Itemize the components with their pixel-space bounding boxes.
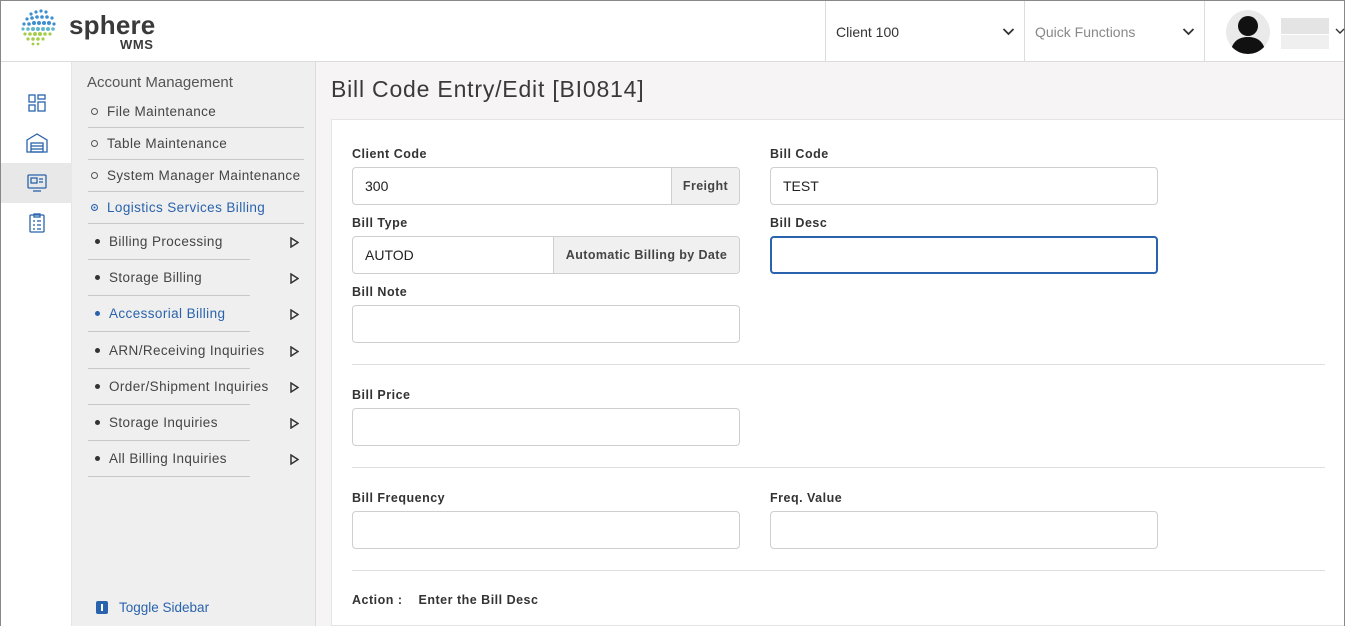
bullet-icon (95, 239, 100, 244)
sidebar-subitem-billing-processing[interactable]: Billing Processing (88, 224, 250, 260)
rail-checklist-button[interactable] (1, 203, 72, 243)
action-label: Action : (352, 593, 403, 607)
circle-bullet-icon (91, 108, 98, 115)
sidebar-title: Account Management (87, 74, 233, 91)
client-select-value: Client 100 (836, 23, 900, 40)
top-bar: sphere WMS Client 100 Quick Functions (1, 1, 1345, 62)
sidebar-subitem-all-billing-inquiries[interactable]: All Billing Inquiries (88, 441, 250, 477)
caret-right-icon[interactable] (290, 273, 299, 284)
caret-right-icon[interactable] (290, 346, 299, 357)
sidebar-subitem-arn-receiving-inquiries[interactable]: ARN/Receiving Inquiries (88, 333, 264, 369)
checklist-icon (28, 213, 45, 233)
circle-bullet-icon (91, 204, 98, 211)
rail-warehouse-button[interactable] (1, 123, 72, 163)
user-silhouette-icon (1226, 10, 1270, 54)
sidebar-item-file-maintenance[interactable]: File Maintenance (88, 96, 304, 128)
user-name-redacted (1281, 18, 1329, 34)
sidebar-subitem-storage-billing[interactable]: Storage Billing (88, 260, 250, 296)
bill-price-field[interactable] (352, 408, 740, 446)
dashboard-grid-icon (27, 94, 46, 112)
action-message: Action : Enter the Bill Desc (352, 593, 538, 607)
bullet-icon (95, 456, 100, 461)
sidebar-item-label: Logistics Services Billing (107, 200, 266, 215)
sidebar-item-label: Table Maintenance (107, 136, 228, 151)
toggle-sidebar-button[interactable]: Toggle Sidebar (96, 600, 209, 615)
caret-right-icon[interactable] (290, 418, 299, 429)
divider (352, 364, 1325, 365)
client-select[interactable]: Client 100 (825, 1, 1024, 62)
quick-functions-placeholder: Quick Functions (1035, 23, 1136, 40)
sidebar-subitem-label: Storage Inquiries (109, 415, 218, 430)
sidebar-menu: Account Management File Maintenance Tabl… (72, 62, 316, 626)
circle-bullet-icon (91, 172, 98, 179)
bill-frequency-label: Bill Frequency (352, 491, 446, 505)
freq-value-label: Freq. Value (770, 491, 843, 505)
bill-note-label: Bill Note (352, 285, 408, 299)
page-title: Bill Code Entry/Edit [BI0814] (331, 76, 645, 102)
sidebar-subitem-order-shipment-inquiries[interactable]: Order/Shipment Inquiries (88, 369, 268, 405)
caret-right-icon[interactable] (290, 382, 299, 393)
toggle-sidebar-label: Toggle Sidebar (119, 600, 210, 615)
sidebar-item-system-manager-maintenance[interactable]: System Manager Maintenance (88, 160, 304, 192)
client-code-group: 300 Freight (352, 167, 740, 205)
sidebar-subitem-storage-inquiries[interactable]: Storage Inquiries (88, 405, 250, 441)
user-role-redacted (1281, 35, 1329, 49)
sidebar-item-label: File Maintenance (107, 104, 217, 119)
bullet-icon (95, 420, 100, 425)
bill-code-label: Bill Code (770, 147, 829, 161)
action-text: Enter the Bill Desc (418, 593, 539, 607)
freq-value-field[interactable] (770, 511, 1158, 549)
sidebar-item-logistics-services-billing[interactable]: Logistics Services Billing (88, 192, 304, 224)
rail-billing-button[interactable] (1, 163, 72, 203)
sidebar-subitem-label: Billing Processing (109, 234, 223, 249)
logo-subtext: WMS (120, 37, 154, 52)
bullet-icon (95, 384, 100, 389)
circle-bullet-icon (91, 140, 98, 147)
sidebar-subitem-label: Accessorial Billing (109, 306, 226, 321)
client-name-addon: Freight (671, 168, 739, 204)
quick-functions-select[interactable]: Quick Functions (1024, 1, 1204, 62)
caret-right-icon[interactable] (290, 454, 299, 465)
bill-desc-label: Bill Desc (770, 216, 828, 230)
client-code-label: Client Code (352, 147, 427, 161)
bill-note-field[interactable] (352, 305, 740, 343)
sidebar-item-label: System Manager Maintenance (107, 168, 301, 183)
bill-frequency-field[interactable] (352, 511, 740, 549)
main-content: Bill Code Entry/Edit [BI0814] Client Cod… (316, 62, 1344, 626)
app-logo[interactable]: sphere WMS (19, 8, 179, 56)
bill-type-field[interactable]: AUTOD (353, 237, 553, 273)
bill-type-description-addon: Automatic Billing by Date (553, 237, 739, 273)
divider (352, 467, 1325, 468)
bill-desc-field[interactable] (770, 236, 1158, 274)
sidebar-subitem-accessorial-billing[interactable]: Accessorial Billing (88, 296, 250, 332)
bullet-icon (95, 275, 100, 280)
sidebar-item-table-maintenance[interactable]: Table Maintenance (88, 128, 304, 160)
warehouse-icon (25, 133, 48, 153)
sidebar-subitem-label: ARN/Receiving Inquiries (109, 343, 265, 358)
chevron-down-icon (1335, 28, 1345, 34)
sidebar-subitem-label: All Billing Inquiries (109, 451, 227, 466)
caret-right-icon[interactable] (290, 309, 299, 320)
billing-icon (26, 174, 47, 192)
caret-right-icon[interactable] (290, 237, 299, 248)
icon-rail (1, 62, 72, 626)
globe-dots-icon (21, 9, 56, 46)
user-menu[interactable] (1204, 1, 1345, 62)
bullet-icon (95, 348, 100, 353)
bill-price-label: Bill Price (352, 388, 411, 402)
divider (352, 570, 1325, 571)
rail-dashboard-button[interactable] (1, 83, 72, 123)
chevron-down-icon (1182, 28, 1195, 36)
chevron-down-icon (1002, 28, 1015, 36)
bill-type-group: AUTOD Automatic Billing by Date (352, 236, 740, 274)
sidebar-subitem-label: Order/Shipment Inquiries (109, 379, 269, 394)
sidebar-subitem-label: Storage Billing (109, 270, 203, 285)
bullet-icon (95, 311, 100, 316)
client-code-field[interactable]: 300 (353, 168, 671, 204)
bill-code-form: Client Code 300 Freight Bill Code TEST B… (331, 119, 1344, 626)
bill-code-field[interactable]: TEST (770, 167, 1158, 205)
sidebar-toggle-icon (96, 601, 108, 614)
bill-type-label: Bill Type (352, 216, 408, 230)
